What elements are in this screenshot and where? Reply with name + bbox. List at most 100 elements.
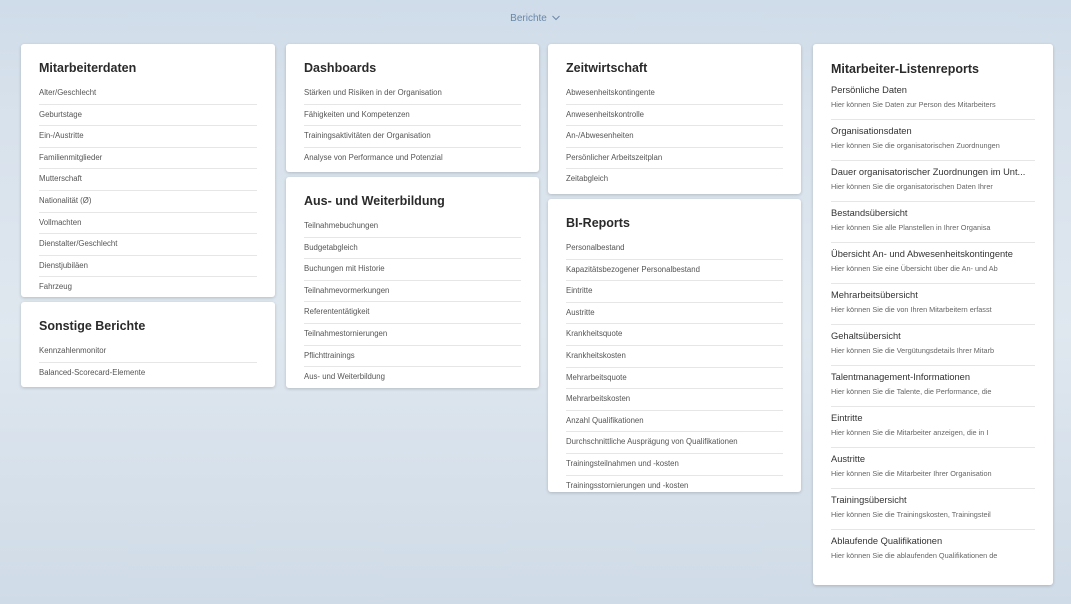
report-link[interactable]: Zeitabgleich [566, 169, 783, 190]
chevron-down-icon [551, 15, 560, 21]
report-link[interactable]: Fähigkeiten und Kompetenzen [304, 105, 521, 127]
report-link[interactable]: Vollmachten [39, 213, 257, 235]
report-link[interactable]: Kapazitätsbezogener Personalbestand [566, 260, 783, 282]
report-link[interactable]: Persönlicher Arbeitszeitplan [566, 148, 783, 170]
report-link[interactable]: Trainingsaktivitäten der Organisation [304, 126, 521, 148]
report-title: Bestandsübersicht [831, 208, 908, 218]
report-link[interactable]: Mutterschaft [39, 169, 257, 191]
report-link[interactable]: Analyse von Performance und Potenzial [304, 148, 521, 169]
report-description: Hier können Sie die Mitarbeiter anzeigen… [831, 428, 989, 437]
list-report-item[interactable]: Eintritte Hier können Sie die Mitarbeite… [831, 407, 1035, 448]
report-title: Ablaufende Qualifikationen [831, 536, 943, 546]
report-link[interactable]: Teilnahmestornierungen [304, 324, 521, 346]
report-title: Dauer organisatorischer Zuordnungen im U… [831, 167, 1026, 177]
card-title: Mitarbeiter-Listenreports [831, 62, 979, 76]
report-list: Abwesenheitskontingente Anwesenheitskont… [566, 83, 783, 190]
report-link[interactable]: Alter/Geschlecht [39, 83, 257, 105]
report-link[interactable]: Ein-/Austritte [39, 126, 257, 148]
report-link[interactable]: Stärken und Risiken in der Organisation [304, 83, 521, 105]
list-report-item[interactable]: Austritte Hier können Sie die Mitarbeite… [831, 448, 1035, 489]
report-link[interactable]: Durchschnittliche Ausprägung von Qualifi… [566, 432, 783, 454]
report-list: Stärken und Risiken in der Organisation … [304, 83, 521, 168]
report-description: Hier können Sie die Trainingskosten, Tra… [831, 510, 991, 519]
report-link[interactable]: Trainingsteilnahmen und -kosten [566, 454, 783, 476]
report-description: Hier können Sie Daten zur Person des Mit… [831, 100, 996, 109]
report-list: Alter/Geschlecht Geburtstage Ein-/Austri… [39, 83, 257, 298]
report-description: Hier können Sie die Mitarbeiter Ihrer Or… [831, 469, 992, 478]
card-title: Mitarbeiterdaten [39, 61, 137, 75]
report-description: Hier können Sie die von Ihren Mitarbeite… [831, 305, 992, 314]
report-list: Kennzahlenmonitor Balanced-Scorecard-Ele… [39, 341, 257, 383]
report-list: Teilnahmebuchungen Budgetabgleich Buchun… [304, 216, 521, 388]
report-link[interactable]: Anzahl Qualifikationen [566, 411, 783, 433]
report-link[interactable]: Teilnahmevormerkungen [304, 281, 521, 303]
report-title: Mehrarbeitsübersicht [831, 290, 918, 300]
card-mitarbeiter-listenreports: Mitarbeiter-Listenreports Persönliche Da… [813, 44, 1053, 585]
list-report-item[interactable]: Gehaltsübersicht Hier können Sie die Ver… [831, 325, 1035, 366]
card-zeitwirtschaft: Zeitwirtschaft Abwesenheitskontingente A… [548, 44, 801, 194]
report-link[interactable]: Personalbestand [566, 238, 783, 260]
report-link[interactable]: Geburtstage [39, 105, 257, 127]
report-title: Trainingsübersicht [831, 495, 907, 505]
report-title: Gehaltsübersicht [831, 331, 901, 341]
report-link[interactable]: Fahrzeug [39, 277, 257, 298]
report-list: Persönliche Daten Hier können Sie Daten … [831, 79, 1035, 571]
list-report-item[interactable]: Trainingsübersicht Hier können Sie die T… [831, 489, 1035, 530]
report-link[interactable]: Trainingsstornierungen und -kosten [566, 476, 783, 497]
page-title: Berichte [510, 12, 547, 24]
report-link[interactable]: Referententätigkeit [304, 302, 521, 324]
report-link[interactable]: Austritte [566, 303, 783, 325]
report-title: Austritte [831, 454, 866, 464]
list-report-item[interactable]: Organisationsdaten Hier können Sie die o… [831, 120, 1035, 161]
card-bi-reports: BI-Reports Personalbestand Kapazitätsbez… [548, 199, 801, 492]
report-link[interactable]: Pflichttrainings [304, 346, 521, 368]
report-link[interactable]: Kennzahlenmonitor [39, 341, 257, 363]
report-link[interactable]: Aus- und Weiterbildung [304, 367, 521, 388]
top-bar: Berichte [0, 0, 1071, 36]
report-link[interactable]: Budgetabgleich [304, 238, 521, 260]
report-description: Hier können Sie die organisatorischen Da… [831, 182, 993, 191]
list-report-item[interactable]: Ablaufende Qualifikationen Hier können S… [831, 530, 1035, 571]
report-title: Organisationsdaten [831, 126, 912, 136]
report-link[interactable]: Dienstalter/Geschlecht [39, 234, 257, 256]
report-link[interactable]: Teilnahmebuchungen [304, 216, 521, 238]
report-link[interactable]: Krankheitsquote [566, 324, 783, 346]
report-link[interactable]: Buchungen mit Historie [304, 259, 521, 281]
report-link[interactable]: Familienmitglieder [39, 148, 257, 170]
card-sonstige-berichte: Sonstige Berichte Kennzahlenmonitor Bala… [21, 302, 275, 387]
list-report-item[interactable]: Mehrarbeitsübersicht Hier können Sie die… [831, 284, 1035, 325]
card-dashboards: Dashboards Stärken und Risiken in der Or… [286, 44, 539, 172]
report-list: Personalbestand Kapazitätsbezogener Pers… [566, 238, 783, 496]
card-title: Sonstige Berichte [39, 319, 146, 333]
report-title: Talentmanagement-Informationen [831, 372, 971, 382]
report-description: Hier können Sie die ablaufenden Qualifik… [831, 551, 998, 560]
report-link[interactable]: Nationalität (Ø) [39, 191, 257, 213]
report-link[interactable]: Mehrarbeitsquote [566, 368, 783, 390]
card-title: Zeitwirtschaft [566, 61, 648, 75]
card-mitarbeiterdaten: Mitarbeiterdaten Alter/Geschlecht Geburt… [21, 44, 275, 297]
report-link[interactable]: Abwesenheitskontingente [566, 83, 783, 105]
card-aus-und-weiterbildung: Aus- und Weiterbildung Teilnahmebuchunge… [286, 177, 539, 388]
report-link[interactable]: Dienstjubiläen [39, 256, 257, 278]
report-title: Übersicht An- und Abwesenheitskontingent… [831, 249, 1013, 259]
list-report-item[interactable]: Talentmanagement-Informationen Hier könn… [831, 366, 1035, 407]
report-link[interactable]: An-/Abwesenheiten [566, 126, 783, 148]
card-title: Dashboards [304, 61, 377, 75]
list-report-item[interactable]: Bestandsübersicht Hier können Sie alle P… [831, 202, 1035, 243]
list-report-item[interactable]: Übersicht An- und Abwesenheitskontingent… [831, 243, 1035, 284]
card-title: BI-Reports [566, 216, 630, 230]
report-link[interactable]: Anwesenheitskontrolle [566, 105, 783, 127]
report-description: Hier können Sie alle Planstellen in Ihre… [831, 223, 991, 232]
report-link[interactable]: Balanced-Scorecard-Elemente [39, 363, 257, 384]
report-link[interactable]: Eintritte [566, 281, 783, 303]
report-description: Hier können Sie die organisatorischen Zu… [831, 141, 1000, 150]
report-title: Eintritte [831, 413, 863, 423]
report-link[interactable]: Mehrarbeitskosten [566, 389, 783, 411]
card-title: Aus- und Weiterbildung [304, 194, 445, 208]
report-description: Hier können Sie die Vergütungsdetails Ih… [831, 346, 995, 355]
report-description: Hier können Sie eine Übersicht über die … [831, 264, 998, 273]
report-link[interactable]: Krankheitskosten [566, 346, 783, 368]
list-report-item[interactable]: Persönliche Daten Hier können Sie Daten … [831, 79, 1035, 120]
list-report-item[interactable]: Dauer organisatorischer Zuordnungen im U… [831, 161, 1035, 202]
reports-menu-button[interactable]: Berichte [510, 13, 561, 24]
